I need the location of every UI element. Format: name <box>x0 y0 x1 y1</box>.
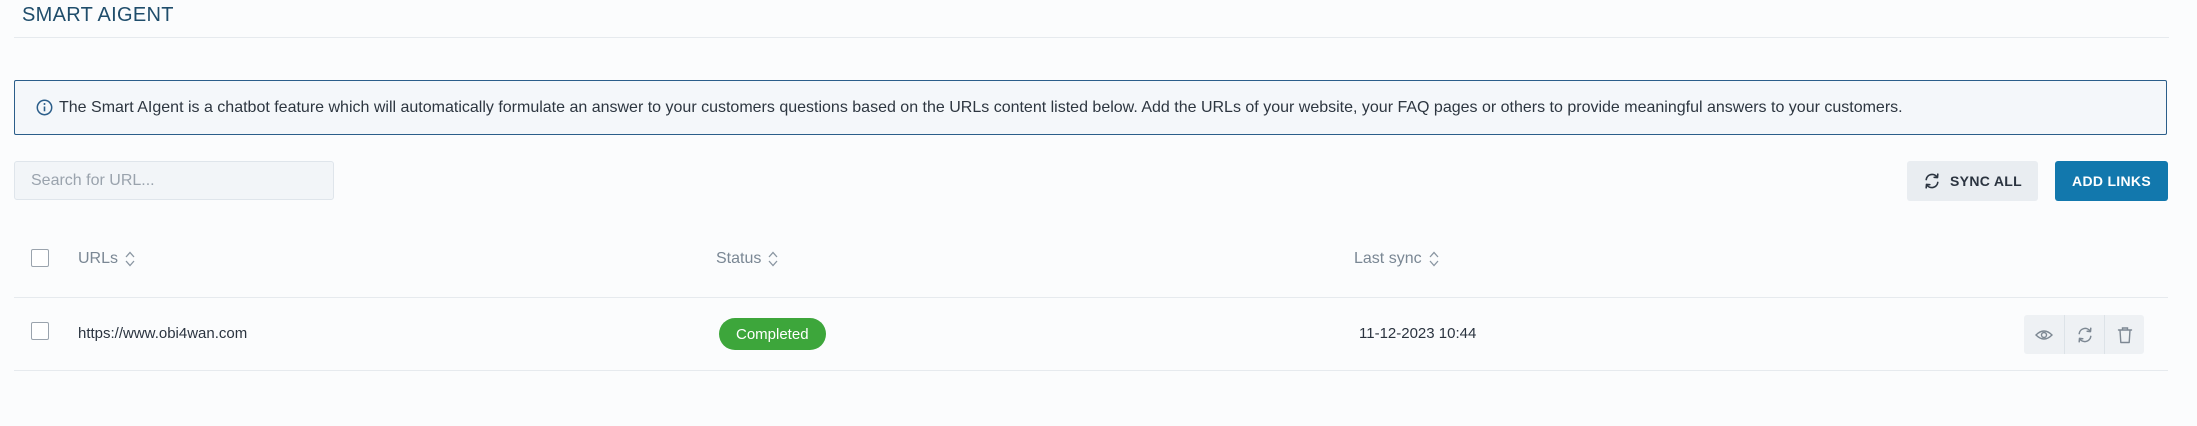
column-header-label: Last sync <box>1354 250 1422 267</box>
sync-row-button[interactable] <box>2064 315 2104 354</box>
row-checkbox[interactable] <box>31 322 49 340</box>
header-divider <box>14 297 2168 298</box>
view-button[interactable] <box>2024 315 2064 354</box>
eye-icon <box>2035 329 2053 340</box>
add-links-button[interactable]: ADD LINKS <box>2055 161 2168 201</box>
select-all-checkbox[interactable] <box>31 249 49 267</box>
smart-aigent-page: SMART AIGENT The Smart AIgent is a chatb… <box>0 0 2197 426</box>
add-links-label: ADD LINKS <box>2072 173 2151 189</box>
sort-icon <box>768 250 778 268</box>
sort-icon <box>125 250 135 268</box>
delete-button[interactable] <box>2104 315 2144 354</box>
column-header-label: URLs <box>78 250 119 267</box>
refresh-icon <box>1925 173 1939 189</box>
column-header-label: Status <box>716 250 762 267</box>
search-input[interactable] <box>14 161 334 200</box>
column-header-last-sync[interactable]: Last sync <box>1354 250 1439 268</box>
trash-icon <box>2117 326 2132 343</box>
last-sync-cell: 11-12-2023 10:44 <box>1359 325 1477 342</box>
info-banner-text: The Smart AIgent is a chatbot feature wh… <box>59 98 1903 116</box>
info-banner: The Smart AIgent is a chatbot feature wh… <box>14 80 2167 135</box>
column-header-urls[interactable]: URLs <box>78 250 135 268</box>
title-divider <box>14 37 2169 38</box>
row-divider <box>14 370 2168 371</box>
sync-all-button[interactable]: SYNC ALL <box>1907 161 2038 201</box>
sync-all-label: SYNC ALL <box>1950 173 2022 189</box>
page-title: SMART AIGENT <box>22 4 174 26</box>
refresh-icon <box>2077 326 2092 343</box>
url-cell: https://www.obi4wan.com <box>78 325 248 342</box>
status-badge: Completed <box>719 318 826 350</box>
sort-icon <box>1429 250 1439 268</box>
info-circle-icon <box>35 99 53 117</box>
row-actions <box>2024 315 2144 354</box>
column-header-status[interactable]: Status <box>716 250 778 268</box>
